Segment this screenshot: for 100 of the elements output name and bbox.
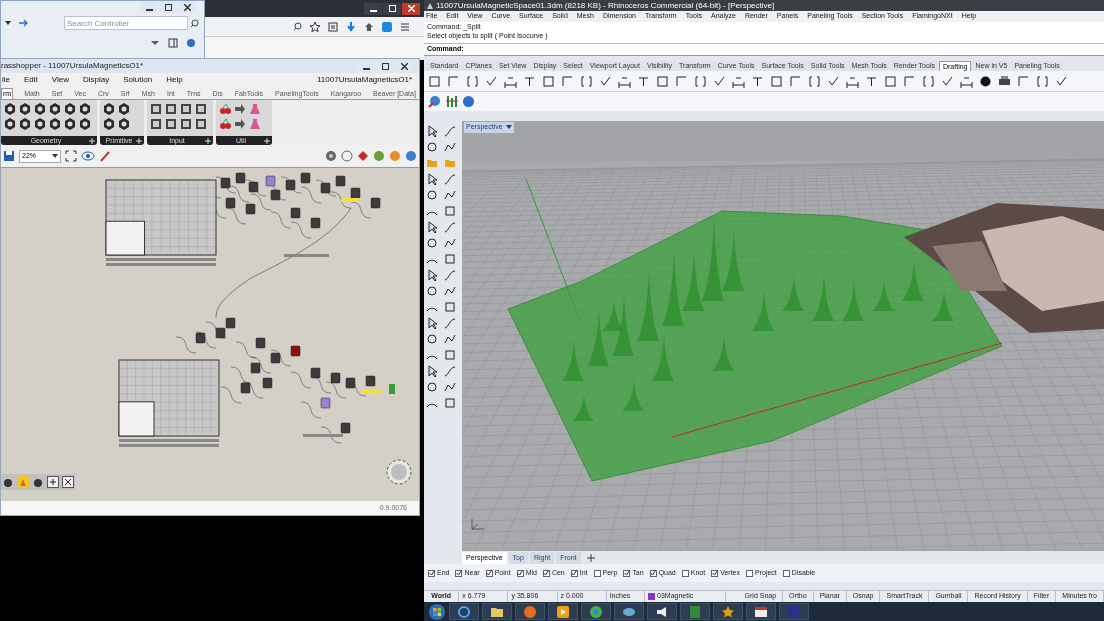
minimize-button[interactable] <box>364 2 382 15</box>
taskbar-button[interactable] <box>548 603 578 620</box>
square-icon[interactable] <box>180 103 192 115</box>
square-outline-icon[interactable] <box>542 74 555 88</box>
square-icon[interactable] <box>150 103 162 115</box>
component-node[interactable] <box>310 217 321 229</box>
close-button[interactable] <box>402 2 420 15</box>
check-icon[interactable] <box>827 74 840 88</box>
slider-component[interactable] <box>303 434 343 437</box>
slider-component[interactable] <box>284 254 329 257</box>
pointer-icon[interactable] <box>426 221 439 234</box>
compass-icon[interactable] <box>385 458 413 486</box>
search-icon[interactable] <box>190 18 199 28</box>
pointer-icon[interactable] <box>426 173 439 186</box>
flask-icon[interactable] <box>249 118 261 130</box>
taskbar-button[interactable] <box>713 603 743 620</box>
magnifier-icon[interactable] <box>428 95 441 108</box>
corner-icon[interactable] <box>789 74 802 88</box>
arrow-icon[interactable] <box>234 103 246 115</box>
text-icon[interactable] <box>523 74 536 88</box>
hexagon-icon[interactable] <box>49 103 61 115</box>
hexagon-icon[interactable] <box>34 103 46 115</box>
square-icon[interactable] <box>195 103 207 115</box>
square-icon[interactable] <box>382 21 392 32</box>
check-icon[interactable] <box>941 74 954 88</box>
component-node[interactable] <box>195 332 206 344</box>
dimension-icon[interactable] <box>846 74 859 88</box>
component-node[interactable] <box>270 352 281 364</box>
dimension-icon[interactable] <box>504 74 517 88</box>
pointer-icon[interactable] <box>426 317 439 330</box>
polyline-icon[interactable] <box>444 189 457 202</box>
component-node[interactable] <box>250 362 261 374</box>
diamond-icon[interactable] <box>357 150 369 162</box>
component-node[interactable] <box>225 197 236 209</box>
component-node[interactable] <box>248 181 259 193</box>
download-arrow-icon[interactable] <box>346 21 356 32</box>
component-node[interactable] <box>225 317 236 329</box>
hexagon-icon[interactable] <box>34 118 46 130</box>
menu-item[interactable]: Solution <box>123 74 153 86</box>
polyline-icon[interactable] <box>444 285 457 298</box>
arrow-icon[interactable] <box>234 118 246 130</box>
sphere-icon[interactable] <box>979 74 992 88</box>
start-button-icon[interactable] <box>428 602 446 621</box>
component-node[interactable] <box>245 203 256 215</box>
maximize-button[interactable] <box>159 1 177 13</box>
hexagon-icon[interactable] <box>118 118 130 130</box>
component-node[interactable] <box>215 327 226 339</box>
component-node[interactable] <box>330 372 341 384</box>
star-icon[interactable] <box>310 21 320 32</box>
flask-icon[interactable] <box>249 103 261 115</box>
hexagon-icon[interactable] <box>118 103 130 115</box>
polyline-icon[interactable] <box>444 333 457 346</box>
corner-icon[interactable] <box>1017 74 1030 88</box>
square-outline-icon[interactable] <box>444 349 457 362</box>
hexagon-icon[interactable] <box>103 103 115 115</box>
component-node[interactable] <box>365 375 376 387</box>
dropdown-arrow-icon[interactable] <box>150 39 160 47</box>
curve-icon[interactable] <box>444 221 457 234</box>
save-icon[interactable] <box>3 150 15 162</box>
taskbar-button[interactable] <box>482 603 512 620</box>
circle-icon[interactable] <box>426 141 439 154</box>
component-node[interactable] <box>255 337 266 349</box>
polyline-icon[interactable] <box>444 237 457 250</box>
component-node[interactable] <box>320 182 331 194</box>
search-field[interactable]: Search Controller <box>64 16 188 30</box>
pen-icon[interactable] <box>99 150 111 162</box>
square-icon[interactable] <box>195 118 207 130</box>
square-outline-icon[interactable] <box>444 301 457 314</box>
component-node[interactable] <box>265 175 276 187</box>
dimension-icon[interactable] <box>732 74 745 88</box>
square-icon[interactable] <box>150 118 162 130</box>
minimize-button[interactable] <box>140 1 158 13</box>
hexagon-icon[interactable] <box>79 118 91 130</box>
component-node[interactable] <box>270 189 281 201</box>
dimension-icon[interactable] <box>960 74 973 88</box>
component-node[interactable] <box>320 397 331 409</box>
bracket-icon[interactable] <box>1036 74 1049 88</box>
polyline-icon[interactable] <box>444 141 457 154</box>
taskbar-button[interactable] <box>614 603 644 620</box>
pointer-icon[interactable] <box>426 269 439 282</box>
menu-item[interactable]: Edit <box>24 74 38 86</box>
component-node[interactable] <box>350 187 361 199</box>
taskbar-button[interactable] <box>581 603 611 620</box>
close-button[interactable] <box>178 1 196 13</box>
hexagon-icon[interactable] <box>19 103 31 115</box>
polyline-icon[interactable] <box>444 381 457 394</box>
check-icon[interactable] <box>485 74 498 88</box>
square-outline-icon[interactable] <box>444 397 457 410</box>
hexagon-icon[interactable] <box>64 103 76 115</box>
component-node[interactable] <box>262 377 273 389</box>
taskbar-button[interactable] <box>647 603 677 620</box>
square-icon[interactable] <box>165 103 177 115</box>
search-icon[interactable] <box>293 22 302 31</box>
hexagon-icon[interactable] <box>19 118 31 130</box>
corner-icon[interactable] <box>561 74 574 88</box>
check-icon[interactable] <box>713 74 726 88</box>
component-node[interactable] <box>310 367 321 379</box>
taskbar-button[interactable] <box>746 603 776 620</box>
hexagon-icon[interactable] <box>64 118 76 130</box>
component-node[interactable] <box>340 422 351 434</box>
